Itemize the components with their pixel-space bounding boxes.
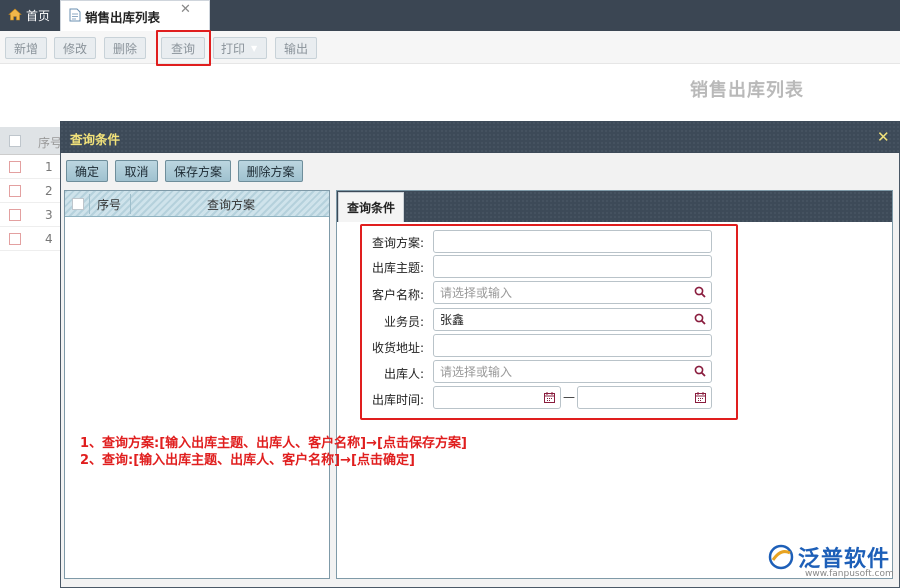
scheme-col-seq: 序号 (97, 198, 122, 212)
print-button-label: 打印 (221, 41, 246, 56)
customer-placeholder: 请选择或输入 (440, 286, 513, 300)
edit-button[interactable]: 修改 (54, 37, 96, 59)
query-button[interactable]: 查询 (161, 37, 205, 59)
customer-label: 客户名称: (371, 288, 424, 302)
calendar-icon[interactable] (695, 392, 706, 403)
scheme-input[interactable] (433, 230, 712, 253)
dialog-title: 查询条件 (70, 132, 121, 147)
date-range-separator: — (563, 390, 575, 404)
confirm-button[interactable]: 确定 (66, 160, 108, 182)
address-label: 收货地址: (371, 341, 424, 355)
table-row[interactable]: 2 (0, 179, 62, 203)
scheme-list-panel (64, 190, 330, 579)
select-all-checkbox[interactable] (9, 135, 21, 147)
close-icon[interactable]: ✕ (180, 2, 191, 17)
chevron-down-icon: ▼ (251, 43, 258, 53)
end-date-input[interactable] (577, 386, 712, 409)
query-conditions-tabbar (337, 191, 892, 222)
document-icon (69, 8, 81, 25)
table-row[interactable]: 4 (0, 227, 62, 251)
table-row[interactable]: 1 (0, 155, 62, 179)
delete-button[interactable]: 删除 (104, 37, 146, 59)
outbound-person-placeholder: 请选择或输入 (440, 365, 513, 379)
row-number: 2 (45, 184, 53, 198)
dialog-close-icon[interactable]: ✕ (877, 128, 890, 146)
customer-input[interactable]: 请选择或输入 (433, 281, 712, 304)
tab-active-label: 销售出库列表 (85, 9, 161, 25)
row-number: 1 (45, 160, 53, 174)
scheme-select-all-checkbox[interactable] (72, 198, 84, 210)
tab-query-conditions[interactable]: 查询条件 (338, 192, 404, 222)
page-title: 销售出库列表 (690, 80, 804, 101)
salesman-input[interactable]: 张鑫 (433, 308, 712, 331)
start-date-input[interactable] (433, 386, 561, 409)
subject-input[interactable] (433, 255, 712, 278)
salesman-label: 业务员: (383, 315, 424, 329)
scheme-col-name: 查询方案 (207, 198, 256, 212)
brand-logo-url: www.fanpusoft.com (805, 569, 894, 579)
row-checkbox[interactable] (9, 209, 21, 221)
column-divider (130, 194, 131, 214)
search-icon[interactable] (694, 365, 706, 377)
row-checkbox[interactable] (9, 233, 21, 245)
home-icon (8, 8, 22, 24)
row-number: 4 (45, 232, 53, 246)
calendar-icon[interactable] (544, 392, 555, 403)
tab-home-label: 首页 (26, 9, 51, 23)
dialog-header[interactable] (60, 121, 900, 153)
outbound-person-label: 出库人: (383, 367, 424, 381)
column-divider (89, 194, 90, 214)
export-button[interactable]: 输出 (275, 37, 317, 59)
search-icon[interactable] (694, 313, 706, 325)
row-checkbox[interactable] (9, 161, 21, 173)
add-button[interactable]: 新增 (5, 37, 47, 59)
scheme-label: 查询方案: (371, 236, 424, 250)
brand-logo-icon (768, 544, 794, 570)
row-checkbox[interactable] (9, 185, 21, 197)
outbound-person-input[interactable]: 请选择或输入 (433, 360, 712, 383)
delete-scheme-button[interactable]: 删除方案 (238, 160, 303, 182)
time-label: 出库时间: (371, 393, 424, 407)
search-icon[interactable] (694, 286, 706, 298)
table-row[interactable]: 3 (0, 203, 62, 227)
bg-col-seq: 序号 (38, 136, 63, 150)
print-button[interactable]: 打印 ▼ (213, 37, 267, 59)
address-input[interactable] (433, 334, 712, 357)
bg-grid-header: 序号 (0, 127, 62, 155)
cancel-button[interactable]: 取消 (115, 160, 158, 182)
row-number: 3 (45, 208, 53, 222)
annotation-line-2: 2、查询:[输入出库主题、出库人、客户名称]→[点击确定] (80, 453, 415, 468)
tab-home[interactable]: 首页 (0, 0, 58, 31)
subject-label: 出库主题: (371, 261, 424, 275)
save-scheme-button[interactable]: 保存方案 (165, 160, 231, 182)
salesman-value: 张鑫 (440, 313, 465, 327)
